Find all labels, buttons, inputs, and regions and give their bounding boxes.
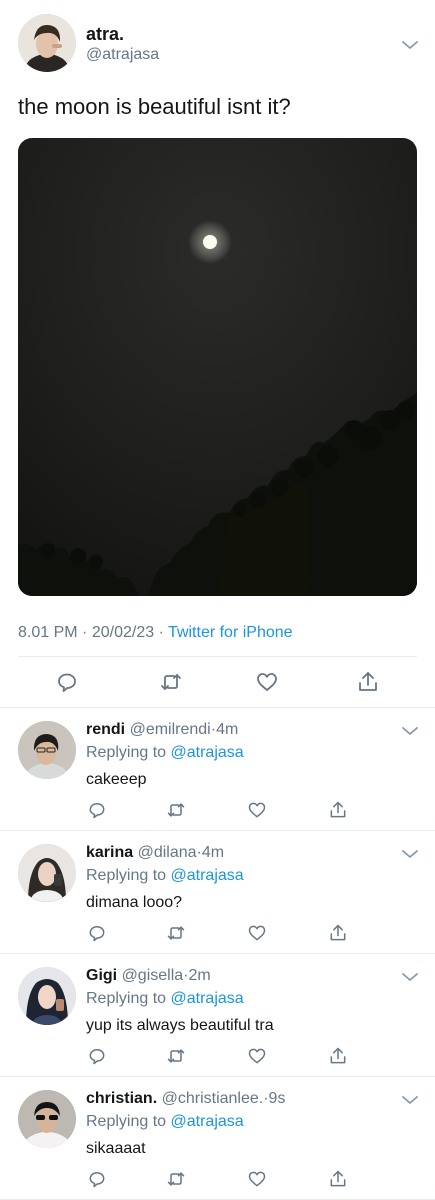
retweet-icon[interactable] bbox=[166, 800, 186, 820]
moon-photo bbox=[18, 138, 417, 596]
tweet-date: 20/02/23 bbox=[91, 624, 155, 641]
chevron-down-icon[interactable] bbox=[401, 1093, 419, 1111]
reply-handle[interactable]: @dilana bbox=[138, 844, 197, 861]
share-icon[interactable] bbox=[328, 1046, 348, 1066]
separator-dot: · bbox=[82, 624, 88, 641]
reply-age: 2m bbox=[188, 967, 211, 984]
reply-text: dimana looo? bbox=[86, 894, 183, 911]
like-icon[interactable] bbox=[247, 800, 267, 820]
reply-handle[interactable]: @gisella bbox=[122, 967, 184, 984]
replying-to-handle[interactable]: @atrajasa bbox=[171, 744, 244, 761]
divider bbox=[0, 1076, 435, 1077]
like-icon[interactable] bbox=[255, 670, 279, 694]
like-icon[interactable] bbox=[247, 1169, 267, 1189]
reply-icon[interactable] bbox=[87, 1046, 107, 1066]
reply-avatar[interactable] bbox=[18, 721, 76, 779]
chevron-down-icon[interactable] bbox=[401, 724, 419, 742]
chevron-down-icon[interactable] bbox=[401, 970, 419, 988]
retweet-icon[interactable] bbox=[166, 1046, 186, 1066]
retweet-icon[interactable] bbox=[166, 923, 186, 943]
divider bbox=[0, 953, 435, 954]
reply-header: karina @dilana·4m bbox=[86, 844, 224, 862]
tweet-text: the moon is beautiful isnt it? bbox=[18, 94, 291, 119]
author-avatar[interactable] bbox=[18, 14, 76, 72]
reply-age: 4m bbox=[201, 844, 225, 861]
reply-header: Gigi @gisella·2m bbox=[86, 967, 211, 985]
replying-to-handle[interactable]: @atrajasa bbox=[171, 867, 244, 884]
divider bbox=[18, 656, 417, 657]
reply-text: sikaaaat bbox=[86, 1140, 146, 1157]
tweet-source-link[interactable]: Twitter for iPhone bbox=[168, 624, 293, 641]
reply-avatar[interactable] bbox=[18, 844, 76, 902]
replying-to-label: Replying to bbox=[86, 744, 167, 761]
reply-handle[interactable]: @christianlee. bbox=[162, 1090, 264, 1107]
tweet-photo[interactable] bbox=[18, 138, 417, 596]
reply-header: rendi @emilrendi·4m bbox=[86, 721, 238, 739]
separator-dot: · bbox=[158, 624, 164, 641]
reply-age: 9s bbox=[268, 1090, 286, 1107]
author-handle[interactable]: @atrajasa bbox=[86, 46, 159, 64]
author-display-name[interactable]: atra. bbox=[86, 24, 124, 45]
reply-display-name[interactable]: Gigi bbox=[86, 967, 117, 984]
reply-display-name[interactable]: christian. bbox=[86, 1090, 157, 1107]
share-icon[interactable] bbox=[328, 1169, 348, 1189]
retweet-icon[interactable] bbox=[159, 670, 183, 694]
replying-to-label: Replying to bbox=[86, 1113, 167, 1130]
reply-display-name[interactable]: karina bbox=[86, 844, 133, 861]
reply-handle[interactable]: @emilrendi bbox=[130, 721, 211, 738]
replying-to: Replying to @atrajasa bbox=[86, 744, 244, 762]
reply-age: 4m bbox=[216, 721, 239, 738]
divider bbox=[0, 830, 435, 831]
replying-to-label: Replying to bbox=[86, 867, 167, 884]
reply-icon[interactable] bbox=[87, 923, 107, 943]
replying-to: Replying to @atrajasa bbox=[86, 1113, 244, 1131]
replying-to-label: Replying to bbox=[86, 990, 167, 1007]
like-icon[interactable] bbox=[247, 923, 267, 943]
reply-avatar[interactable] bbox=[18, 967, 76, 1025]
like-icon[interactable] bbox=[247, 1046, 267, 1066]
reply-icon[interactable] bbox=[55, 670, 79, 694]
reply-header: christian. @christianlee.·9s bbox=[86, 1090, 285, 1108]
reply-text: yup its always beautiful tra bbox=[86, 1017, 274, 1034]
reply-display-name[interactable]: rendi bbox=[86, 721, 125, 738]
chevron-down-icon[interactable] bbox=[401, 38, 419, 56]
replying-to-handle[interactable]: @atrajasa bbox=[171, 1113, 244, 1130]
tweet-timestamp: 8.01 PM · 20/02/23 · Twitter for iPhone bbox=[18, 624, 293, 642]
chevron-down-icon[interactable] bbox=[401, 847, 419, 865]
replying-to: Replying to @atrajasa bbox=[86, 990, 244, 1008]
reply-icon[interactable] bbox=[87, 1169, 107, 1189]
share-icon[interactable] bbox=[356, 670, 380, 694]
replying-to-handle[interactable]: @atrajasa bbox=[171, 990, 244, 1007]
share-icon[interactable] bbox=[328, 923, 348, 943]
replying-to: Replying to @atrajasa bbox=[86, 867, 244, 885]
retweet-icon[interactable] bbox=[166, 1169, 186, 1189]
reply-text: cakeeep bbox=[86, 771, 147, 788]
tweet-time: 8.01 PM bbox=[18, 624, 78, 641]
reply-avatar[interactable] bbox=[18, 1090, 76, 1148]
share-icon[interactable] bbox=[328, 800, 348, 820]
divider bbox=[0, 707, 435, 708]
reply-icon[interactable] bbox=[87, 800, 107, 820]
